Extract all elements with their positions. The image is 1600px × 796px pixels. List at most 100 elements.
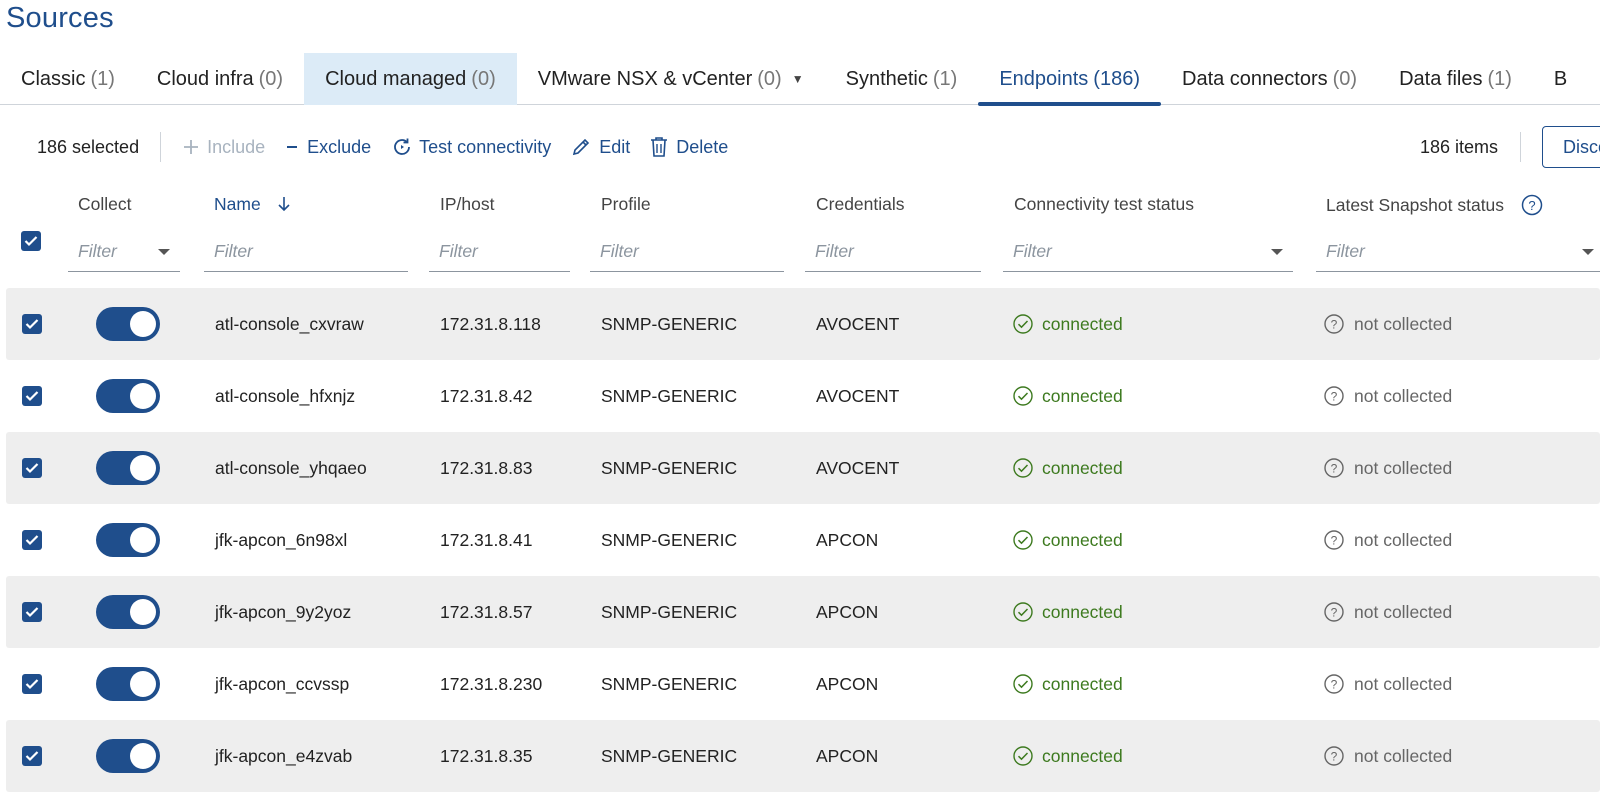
svg-text:?: ? [1331, 318, 1338, 332]
check-icon [25, 391, 39, 402]
tab-data-connectors[interactable]: Data connectors (0) [1161, 53, 1378, 105]
filter-placeholder: Filter [1013, 241, 1052, 261]
credentials-cell: AVOCENT [816, 385, 900, 406]
connectivity-status: connected [1042, 385, 1123, 406]
collect-toggle-cell [96, 504, 160, 576]
tab-synthetic[interactable]: Synthetic (1) [825, 53, 979, 105]
ip-cell: 172.31.8.41 [440, 529, 533, 550]
selected-count: 186 selected [37, 136, 140, 157]
tab-cloud-managed[interactable]: Cloud managed (0) [304, 53, 517, 105]
trash-icon [650, 136, 668, 158]
tab-count: (1) [932, 67, 958, 90]
filter-connectivity[interactable]: Filter [1003, 232, 1293, 272]
tab-label: Data connectors [1182, 67, 1328, 90]
question-circle-icon: ? [1324, 386, 1344, 406]
ip-cell: 172.31.8.83 [440, 457, 533, 478]
connectivity-status: connected [1042, 529, 1123, 550]
table-row[interactable]: atl-console_yhqaeo 172.31.8.83 SNMP-GENE… [6, 432, 1600, 504]
profile-cell: SNMP-GENERIC [601, 529, 738, 550]
connectivity-status: connected [1042, 457, 1123, 478]
credentials-cell: APCON [816, 673, 879, 694]
edit-button[interactable]: Edit [571, 137, 630, 158]
table-row[interactable]: jfk-apcon_9y2yoz 172.31.8.57 SNMP-GENERI… [6, 576, 1600, 648]
collect-toggle[interactable] [96, 523, 160, 557]
tab-classic[interactable]: Classic (1) [0, 53, 136, 105]
row-checkbox[interactable] [22, 458, 42, 478]
table-header: Collect Filter Name Filter IP/host Filte… [0, 186, 1600, 272]
check-circle-icon [1013, 458, 1033, 478]
ip-cell: 172.31.8.118 [440, 313, 541, 334]
filter-credentials[interactable]: Filter [805, 232, 981, 272]
select-all-checkbox[interactable] [21, 231, 41, 251]
include-button[interactable]: Include [183, 137, 265, 158]
question-circle-icon: ? [1324, 602, 1344, 622]
credentials-cell: APCON [816, 529, 879, 550]
action-toolbar: 186 selected Include Exclude Test connec… [0, 122, 1600, 172]
tab-vmware-nsx-vcenter[interactable]: VMware NSX & vCenter (0) ▼ [517, 53, 825, 105]
tab-cloud-infra[interactable]: Cloud infra (0) [136, 53, 304, 105]
delete-label: Delete [676, 136, 729, 157]
table-row[interactable]: atl-console_hfxnjz 172.31.8.42 SNMP-GENE… [6, 360, 1600, 432]
discover-button[interactable]: Disco [1542, 126, 1600, 168]
collect-toggle[interactable] [96, 667, 160, 701]
check-circle-icon [1013, 530, 1033, 550]
check-circle-icon [1013, 746, 1033, 766]
row-checkbox[interactable] [22, 674, 42, 694]
check-icon [25, 751, 39, 762]
tab-count: (1) [90, 67, 115, 90]
refresh-icon [391, 137, 413, 157]
tab-more[interactable]: B [1533, 53, 1588, 105]
test-connectivity-button[interactable]: Test connectivity [391, 137, 551, 158]
row-checkbox[interactable] [22, 530, 42, 550]
tab-endpoints[interactable]: Endpoints (186) [978, 53, 1161, 106]
connectivity-status: connected [1042, 313, 1123, 334]
chevron-down-icon[interactable]: ▼ [792, 72, 804, 86]
row-checkbox[interactable] [22, 386, 42, 406]
snapshot-cell: ? not collected [1324, 360, 1452, 432]
collect-toggle[interactable] [96, 307, 160, 341]
check-icon [25, 463, 39, 474]
table-row[interactable]: atl-console_cxvraw 172.31.8.118 SNMP-GEN… [6, 288, 1600, 360]
filter-profile[interactable]: Filter [590, 232, 784, 272]
snapshot-status: not collected [1354, 601, 1453, 622]
row-checkbox[interactable] [22, 314, 42, 334]
tab-count: (186) [1093, 67, 1140, 90]
filter-placeholder: Filter [214, 241, 253, 261]
collect-toggle[interactable] [96, 595, 160, 629]
column-header-connectivity: Connectivity test status [1014, 194, 1194, 214]
filter-snapshot[interactable]: Filter [1316, 232, 1600, 272]
tab-label: VMware NSX & vCenter [537, 67, 753, 90]
collect-toggle[interactable] [96, 451, 160, 485]
connectivity-cell: connected [1013, 504, 1123, 576]
svg-text:?: ? [1331, 606, 1338, 620]
items-count: 186 items [1420, 136, 1499, 157]
exclude-button[interactable]: Exclude [285, 137, 371, 158]
column-header-name[interactable]: Name [214, 194, 292, 215]
table-row[interactable]: jfk-apcon_e4zvab 172.31.8.35 SNMP-GENERI… [6, 720, 1600, 792]
chevron-down-icon [1582, 249, 1594, 255]
snapshot-cell: ? not collected [1324, 720, 1452, 792]
credentials-cell: AVOCENT [816, 313, 900, 334]
row-checkbox[interactable] [22, 602, 42, 622]
row-checkbox[interactable] [22, 746, 42, 766]
name-cell: jfk-apcon_e4zvab [215, 745, 353, 766]
plus-icon [183, 139, 199, 155]
credentials-cell: APCON [816, 745, 879, 766]
column-header-snapshot: Latest Snapshot status ? [1326, 194, 1543, 216]
tab-data-files[interactable]: Data files (1) [1378, 53, 1533, 105]
delete-button[interactable]: Delete [650, 136, 728, 158]
connectivity-cell: connected [1013, 360, 1123, 432]
name-cell: atl-console_hfxnjz [215, 385, 356, 406]
table-row[interactable]: jfk-apcon_6n98xl 172.31.8.41 SNMP-GENERI… [6, 504, 1600, 576]
table-row[interactable]: jfk-apcon_ccvssp 172.31.8.230 SNMP-GENER… [6, 648, 1600, 720]
collect-toggle[interactable] [96, 739, 160, 773]
collect-toggle[interactable] [96, 379, 160, 413]
help-icon[interactable]: ? [1521, 194, 1543, 216]
check-icon [25, 679, 39, 690]
snapshot-cell: ? not collected [1324, 576, 1452, 648]
svg-text:?: ? [1331, 534, 1338, 548]
filter-collect[interactable]: Filter [68, 232, 180, 272]
filter-name[interactable]: Filter [204, 232, 408, 272]
filter-ip[interactable]: Filter [429, 232, 570, 272]
connectivity-status: connected [1042, 745, 1123, 766]
